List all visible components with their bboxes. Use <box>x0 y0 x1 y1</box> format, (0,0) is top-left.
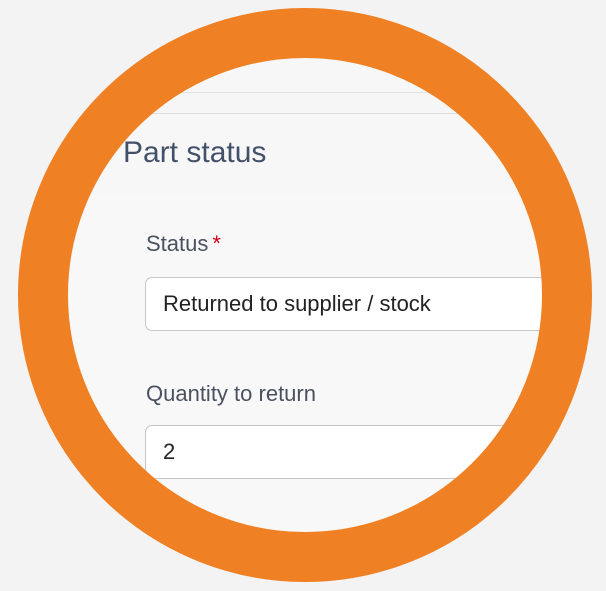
panel-header <box>20 113 590 195</box>
quantity-to-return-value: 2 <box>163 439 176 464</box>
page-title: Part status <box>123 136 267 169</box>
quantity-to-return-label: Quantity to return <box>146 381 316 406</box>
zoomed-screenshot: Part status Status * Returned to supplier… <box>0 0 606 591</box>
status-field-label: Status * <box>146 231 221 257</box>
required-indicator: * <box>212 231 221 256</box>
previous-section-strip <box>20 10 590 93</box>
status-label-text: Status <box>146 231 209 256</box>
status-select-value: Returned to supplier / stock <box>163 291 431 316</box>
part-status-card: Part status Status * Returned to supplier… <box>20 10 590 580</box>
status-select[interactable]: Returned to supplier / stock <box>145 277 590 331</box>
magnified-region: Part status Status * Returned to supplier… <box>20 10 590 580</box>
quantity-to-return-input[interactable]: 2 <box>145 425 575 479</box>
